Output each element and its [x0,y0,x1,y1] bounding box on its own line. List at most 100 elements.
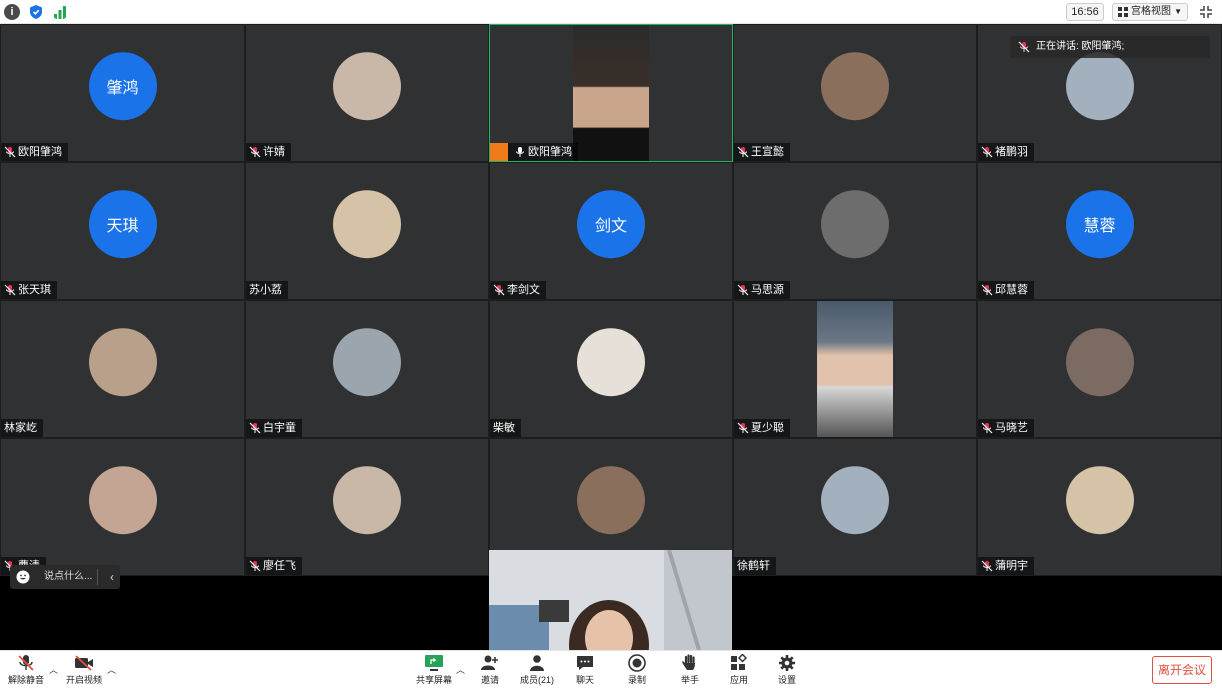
participant-tile[interactable]: 蒲明宇 [977,438,1222,576]
mic-off-icon [249,146,261,158]
participant-name-tag: 白宇童 [246,419,302,437]
mic-off-icon [981,422,993,434]
mic-off-icon [249,560,261,572]
leave-meeting-button[interactable]: 离开会议 [1152,656,1212,684]
participant-tile[interactable]: 柴敏 [489,300,733,438]
share-screen-icon [425,655,443,671]
self-video-frame [489,550,732,650]
mic-icon [516,147,524,157]
exit-fullscreen-icon[interactable] [1198,4,1214,20]
participant-name-tag: 徐鹤轩 [734,557,776,575]
view-mode-dropdown[interactable]: 宫格视图 ▼ [1112,3,1188,21]
emoji-icon[interactable] [16,570,30,584]
participant-name-tag: 廖任飞 [246,557,302,575]
chat-button[interactable]: 聊天 [570,654,600,688]
participant-tile[interactable]: 马思源 [733,162,977,300]
unmute-label: 解除静音 [7,675,44,685]
avatar [1065,466,1134,535]
mic-off-icon [737,284,749,296]
chat-label: 聊天 [575,675,594,685]
record-button[interactable]: 录制 [622,654,652,688]
video-options-caret[interactable]: ︿ [107,663,116,676]
settings-button[interactable]: 设置 [772,654,802,688]
participant-tile[interactable]: 剑文 李剑文 [489,162,733,300]
participant-tile[interactable]: 天琪 张天琪 [0,162,245,300]
participant-tile[interactable]: 白宇童 [245,300,489,438]
avatar [88,466,157,535]
apps-button[interactable]: 应用 [724,654,754,688]
participant-name: 许婧 [263,146,285,158]
chat-placeholder: 说点什么... [44,571,93,582]
participant-name-tag: 许婧 [246,143,291,161]
apps-icon [731,654,748,670]
participant-tile[interactable]: 王宣懿 [733,24,977,162]
participant-tile[interactable]: 欧阳肇鸿 [489,24,733,162]
meeting-clock: 16:56 [1066,3,1104,21]
participant-name-tag: 蒲明宇 [978,557,1034,575]
avatar [821,52,889,121]
view-mode-label: 宫格视图 [1131,6,1171,17]
share-options-caret[interactable]: ︿ [456,663,465,676]
speaking-label: 正在讲话: 欧阳肇鸿; [1036,41,1125,52]
participant-name-tag: 张天琪 [1,281,57,299]
invite-label: 邀请 [480,675,499,685]
participant-name: 徐鹤轩 [737,560,770,572]
share-screen-button[interactable]: 共享屏幕 [414,654,454,688]
mic-off-icon [493,284,505,296]
participant-name: 柴敏 [493,422,515,434]
add-person-icon [481,655,498,670]
participant-tile[interactable]: 夏少聪 [733,300,977,438]
participant-name-tag: 欧阳肇鸿 [490,143,578,161]
chevron-down-icon: ▼ [1174,7,1182,16]
signal-bars-icon[interactable] [52,4,68,20]
start-video-button[interactable]: 开启视频 [62,654,106,688]
participant-tile[interactable]: 曹清 [0,438,245,576]
members-button[interactable]: 成员(21) [518,654,556,688]
title-bar: i 16:56 宫格视图 ▼ [0,0,1222,24]
chevron-left-icon[interactable]: ‹ [110,565,114,589]
person-icon [530,655,544,671]
raise-hand-button[interactable]: 举手 [675,654,705,688]
participant-tile[interactable]: 徐鹤轩 [733,438,977,576]
participant-name: 张天琪 [18,284,51,296]
gear-icon [779,655,795,671]
participant-tile[interactable]: 林家屹 [0,300,245,438]
participant-name-tag: 欧阳肇鸿 [1,143,68,161]
self-video-preview[interactable] [489,550,732,650]
meeting-toolbar: 解除静音 ︿ 开启视频 ︿ 共享屏幕 ︿ 邀请 成员(21) 聊天 录制 举手 … [0,650,1222,688]
chat-quick-input[interactable]: 说点什么... ‹ [10,565,120,589]
avatar [577,328,645,397]
chat-bubble-icon [577,656,593,670]
avatar [333,190,401,259]
mic-off-icon [981,560,993,572]
participant-tile[interactable]: 肇鸿欧阳肇鸿 [0,24,245,162]
participant-tile[interactable]: 马晓艺 [977,300,1222,438]
avatar [1065,328,1134,397]
unmute-button[interactable]: 解除静音 [6,654,46,688]
record-icon [628,654,646,672]
apps-label: 应用 [729,675,748,685]
participant-tile[interactable]: 廖任飞 [245,438,489,576]
avatar [821,466,889,535]
avatar-initials: 剑文 [577,190,645,259]
avatar [333,466,401,535]
mic-off-icon [981,146,993,158]
info-icon[interactable]: i [4,4,20,20]
mic-off-icon [4,146,16,158]
participant-name: 马思源 [751,284,784,296]
participant-name-tag: 苏小荔 [246,281,288,299]
participant-name-tag: 柴敏 [490,419,521,437]
participant-name: 王宣懿 [751,146,784,158]
shield-icon[interactable] [28,4,44,20]
mic-off-icon [4,284,16,296]
participant-grid: 肇鸿 欧阳肇鸿 许婧 欧阳肇鸿 王宣懿 褚鹏羽 天琪 张天琪 苏小荔 剑文 李剑文 马思源 慧蓉 邱慧蓉林… [0,24,1222,576]
avatar-initials: 肇鸿 [88,52,157,121]
divider [97,569,98,585]
participant-tile[interactable]: 慧蓉 邱慧蓉 [977,162,1222,300]
mic-muted-icon [18,655,34,671]
avatar [1065,52,1134,121]
participant-tile[interactable]: 苏小荔 [245,162,489,300]
participant-tile[interactable]: 许婧 [245,24,489,162]
audio-options-caret[interactable]: ︿ [49,663,58,676]
invite-button[interactable]: 邀请 [474,654,506,688]
